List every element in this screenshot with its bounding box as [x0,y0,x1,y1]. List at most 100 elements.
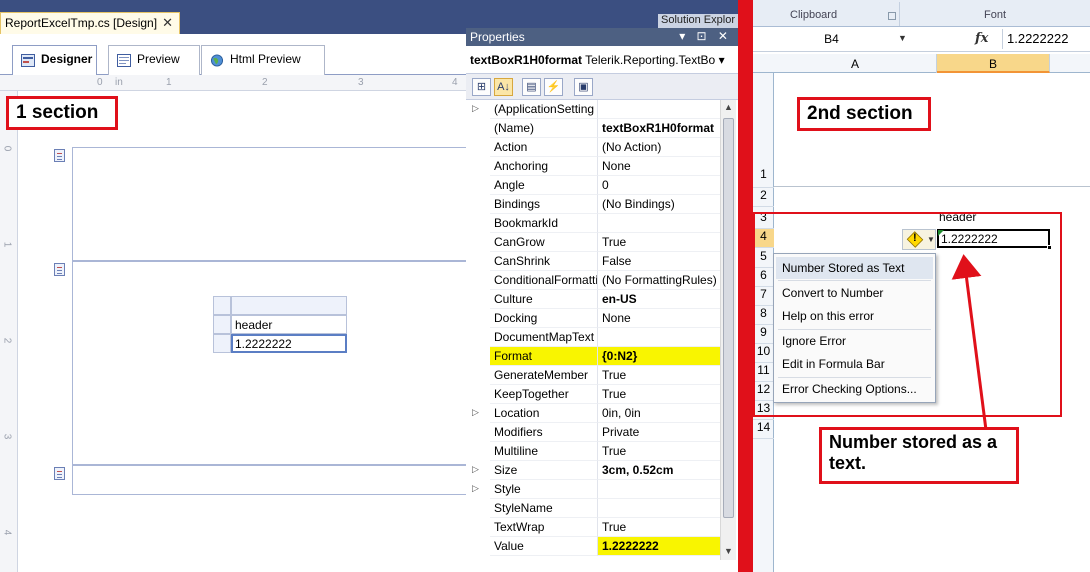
property-row[interactable]: Anchoring None [466,157,720,176]
property-row[interactable]: ConditionalFormatti (No FormattingRules) [466,271,720,290]
property-value[interactable]: en-US [598,290,720,309]
property-row[interactable]: Action (No Action) [466,138,720,157]
property-value[interactable]: textBoxR1H0format [598,119,720,138]
column-header-b[interactable]: B [937,54,1050,73]
table-value-cell[interactable]: 1.2222222 [231,334,347,353]
property-value[interactable]: True [598,366,720,385]
property-value[interactable]: True [598,385,720,404]
property-row[interactable]: ▷ Style [466,480,720,499]
object-selector[interactable]: textBoxR1H0format Telerik.Reporting.Text… [466,46,738,74]
property-value[interactable] [598,499,720,518]
column-header-a[interactable]: A [774,54,937,73]
ruler-label: in [115,77,123,88]
page-footer-section[interactable] [72,465,466,495]
property-value[interactable] [598,480,720,499]
detail-section-icon[interactable] [54,263,65,276]
property-value[interactable]: 3cm, 0.52cm [598,461,720,480]
tab-preview[interactable]: Preview [108,45,200,75]
property-value[interactable]: True [598,518,720,537]
property-row[interactable]: Multiline True [466,442,720,461]
chevron-down-icon[interactable]: ▼ [898,33,907,43]
dialog-launcher-icon[interactable] [888,12,896,20]
property-value[interactable] [598,100,720,119]
insert-function-icon[interactable]: fx [975,31,988,46]
property-value[interactable]: 1.2222222 [598,537,720,556]
tab-designer[interactable]: Designer [12,45,97,76]
ruler-label: 0 [1,145,13,152]
row-header-14[interactable]: 14 [753,420,774,439]
property-value[interactable]: (No FormattingRules) [598,271,720,290]
property-row[interactable]: CanGrow True [466,233,720,252]
property-row[interactable]: GenerateMember True [466,366,720,385]
property-row[interactable]: ▷ (ApplicationSetting [466,100,720,119]
property-value[interactable]: False [598,252,720,271]
pages-icon[interactable]: ▣ [574,78,593,96]
chevron-down-icon[interactable]: ▾ [719,53,725,67]
property-row[interactable]: ▷ Location 0in, 0in [466,404,720,423]
scroll-down-icon[interactable]: ▼ [724,546,733,556]
scrollbar-thumb[interactable] [723,118,734,518]
property-name: KeepTogether [490,385,598,404]
window-buttons-icon[interactable]: ▾ ⊡ ✕ [679,29,732,43]
property-value[interactable]: 0 [598,176,720,195]
property-name: Angle [490,176,598,195]
categorized-icon[interactable]: ⊞ [472,78,491,96]
property-value[interactable]: None [598,309,720,328]
property-row[interactable]: Bindings (No Bindings) [466,195,720,214]
property-row[interactable]: Value 1.2222222 [466,537,720,556]
property-row[interactable]: Angle 0 [466,176,720,195]
ruler-label: 4 [1,529,13,536]
property-row[interactable]: DocumentMapText [466,328,720,347]
report-canvas[interactable]: header 1.2222222 [18,91,466,572]
property-value[interactable]: 0in, 0in [598,404,720,423]
close-icon[interactable]: ✕ [162,15,173,31]
property-name: Value [490,537,598,556]
property-value[interactable] [598,328,720,347]
events-icon[interactable]: ⚡ [544,78,563,96]
table-header-cell[interactable]: header [231,315,347,334]
expand-icon[interactable]: ▷ [472,483,479,494]
property-value[interactable]: (No Action) [598,138,720,157]
preview-icon [117,54,131,67]
table-row-handle[interactable] [213,296,231,315]
property-row[interactable]: Modifiers Private [466,423,720,442]
property-row[interactable]: Docking None [466,309,720,328]
property-row[interactable]: (Name) textBoxR1H0format [466,119,720,138]
alphabetical-icon[interactable]: A↓ [494,78,513,96]
page-footer-section-icon[interactable] [54,467,65,480]
properties-scrollbar[interactable]: ▲ ▼ [720,100,736,560]
property-value[interactable]: True [598,233,720,252]
property-row[interactable]: Culture en-US [466,290,720,309]
property-row[interactable]: KeepTogether True [466,385,720,404]
property-value[interactable]: (No Bindings) [598,195,720,214]
property-value[interactable]: True [598,442,720,461]
property-row[interactable]: ▷ Size 3cm, 0.52cm [466,461,720,480]
property-value[interactable]: Private [598,423,720,442]
table-row-handle[interactable] [213,315,231,334]
property-row[interactable]: StyleName [466,499,720,518]
scroll-up-icon[interactable]: ▲ [724,102,733,112]
property-row[interactable]: BookmarkId [466,214,720,233]
expand-icon[interactable]: ▷ [472,464,479,475]
table-row-handle[interactable] [213,334,231,353]
detail-section[interactable] [72,261,466,465]
property-row[interactable]: Format {0:N2} [466,347,720,366]
property-value[interactable]: {0:N2} [598,347,720,366]
expand-icon[interactable]: ▷ [472,103,479,114]
property-pages-icon[interactable]: ▤ [522,78,541,96]
document-tab[interactable]: ReportExcelTmp.cs [Design] ✕ [0,12,180,34]
tab-html-preview[interactable]: Html Preview [201,45,325,75]
page-header-section-icon[interactable] [54,149,65,162]
row-header-2[interactable]: 2 [753,188,774,207]
property-row[interactable]: CanShrink False [466,252,720,271]
property-value[interactable] [598,214,720,233]
property-value[interactable]: None [598,157,720,176]
row-header-1[interactable]: 1 [753,167,774,188]
property-row[interactable]: TextWrap True [466,518,720,537]
expand-icon[interactable]: ▷ [472,407,479,418]
table-column-handle[interactable] [231,296,347,315]
solution-explorer-tab[interactable]: Solution Explor [658,14,738,28]
page-header-section[interactable] [72,147,466,261]
name-box[interactable]: B4 [753,30,910,49]
formula-input[interactable]: 1.2222222 [1002,29,1090,49]
